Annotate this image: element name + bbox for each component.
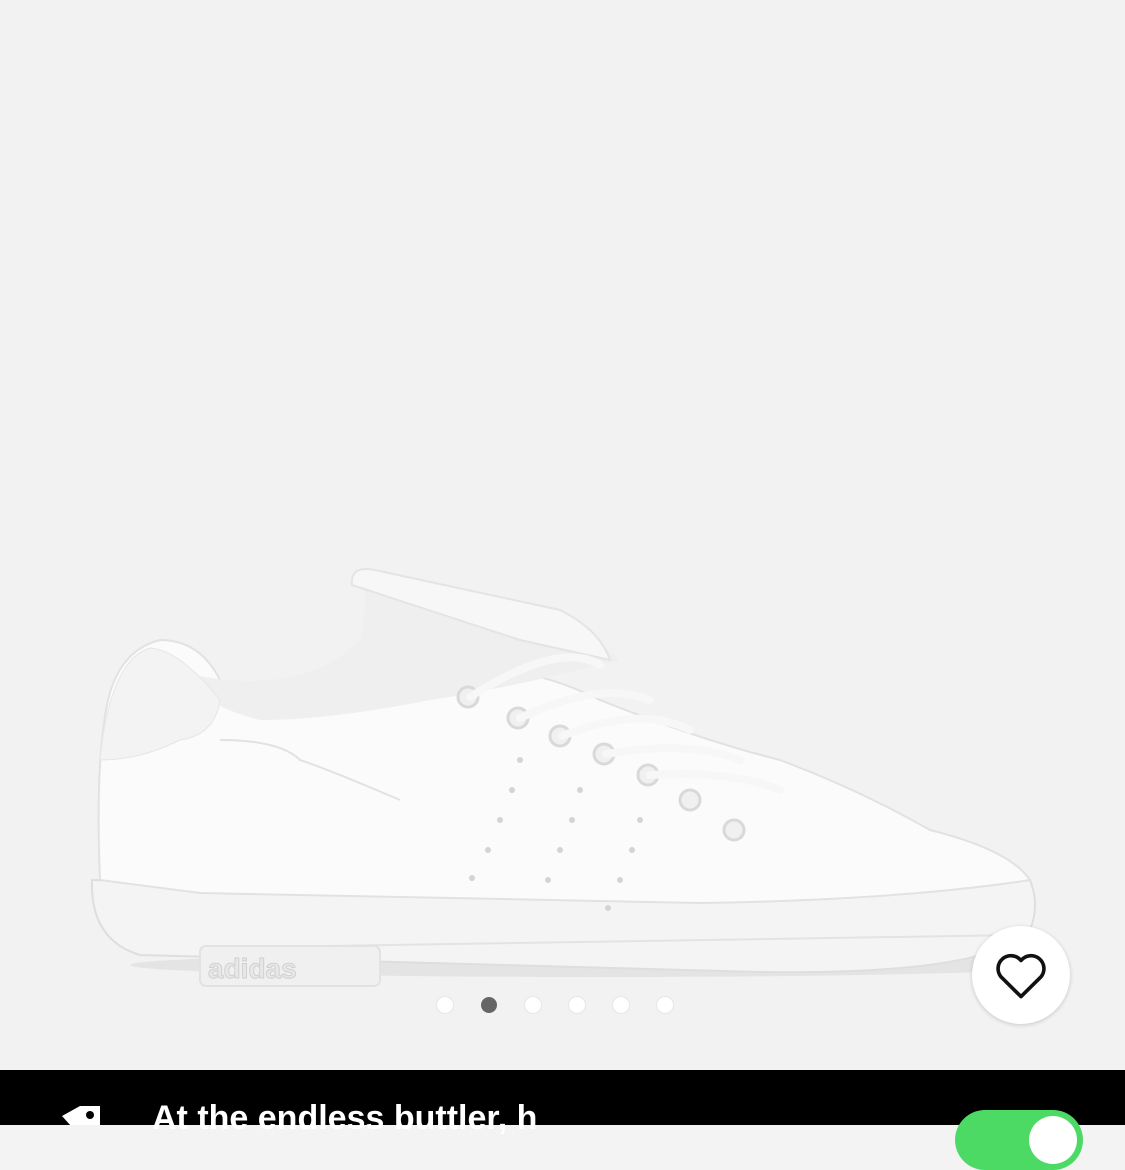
price-tag-icon [62, 1106, 100, 1125]
toggle-knob [1029, 1116, 1077, 1164]
promo-toggle[interactable] [955, 1110, 1083, 1170]
product-gallery[interactable]: adidas [0, 0, 1125, 1070]
carousel-dot-5[interactable] [613, 997, 629, 1013]
carousel-dot-1[interactable] [437, 997, 453, 1013]
carousel-dot-4[interactable] [569, 997, 585, 1013]
sole-logo-text: adidas [208, 953, 297, 984]
product-image[interactable]: adidas [0, 0, 1125, 1070]
carousel-dot-2[interactable] [481, 997, 497, 1013]
carousel-dot-6[interactable] [657, 997, 673, 1013]
carousel-dot-3[interactable] [525, 997, 541, 1013]
promo-banner-text: At the endless buttler, h [152, 1099, 538, 1137]
favorite-button[interactable] [972, 926, 1070, 1024]
shoe-upper [97, 638, 1032, 905]
carousel-pagination[interactable] [437, 995, 673, 1015]
heart-outline-icon [996, 953, 1046, 999]
